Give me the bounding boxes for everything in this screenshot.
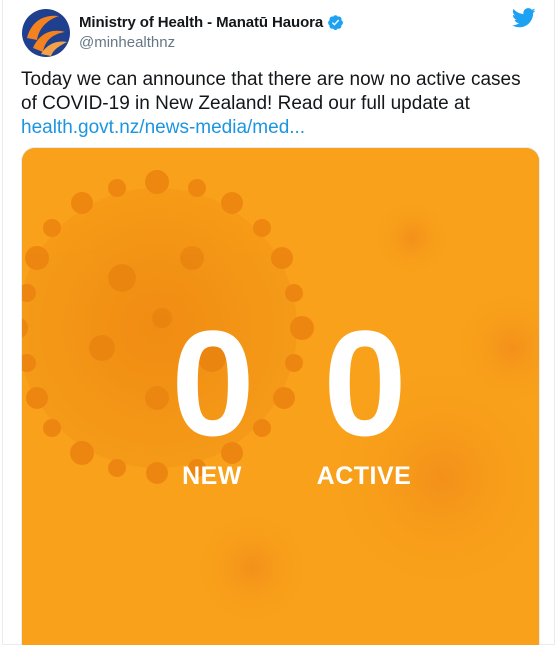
tweet-body: Today we can announce that there are now…: [21, 68, 541, 140]
active-cases-value: 0: [323, 299, 406, 467]
new-cases-label: NEW: [182, 462, 242, 490]
tweet-text: Today we can announce that there are now…: [21, 69, 521, 114]
new-cases-stat: 0 NEW: [142, 308, 282, 490]
tweet-author: Ministry of Health - Manatū Hauora @minh…: [79, 12, 344, 51]
author-name[interactable]: Ministry of Health - Manatū Hauora: [79, 14, 323, 31]
author-handle[interactable]: @minhealthnz: [79, 34, 344, 51]
active-cases-stat: 0 ACTIVE: [284, 308, 444, 490]
active-cases-label: ACTIVE: [316, 462, 412, 490]
ministry-logo-icon: [21, 8, 71, 58]
new-cases-value: 0: [171, 299, 254, 467]
tweet-card: Ministry of Health - Manatū Hauora @minh…: [2, 0, 555, 645]
twitter-bird-icon[interactable]: [512, 8, 536, 28]
avatar[interactable]: [21, 8, 71, 58]
tweet-media-image[interactable]: 0 NEW 0 ACTIVE: [21, 147, 540, 645]
tweet-link[interactable]: health.govt.nz/news-media/med...: [21, 116, 541, 140]
verified-badge-icon: [328, 14, 344, 30]
author-name-row: Ministry of Health - Manatū Hauora: [79, 12, 344, 32]
